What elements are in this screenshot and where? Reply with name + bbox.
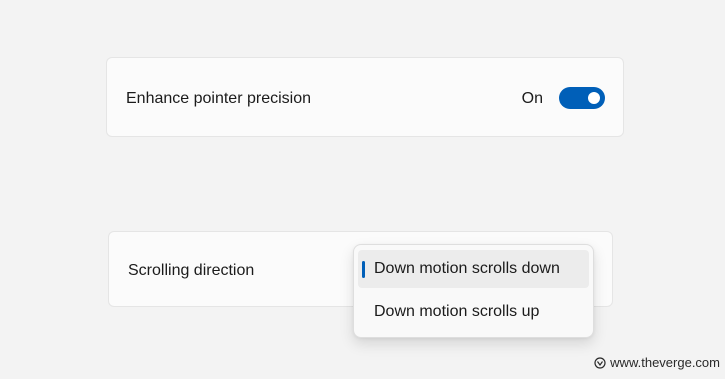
- toggle-state-text: On: [521, 90, 543, 107]
- pointer-precision-card: Enhance pointer precision On: [106, 57, 624, 137]
- watermark-text: www.theverge.com: [610, 355, 720, 370]
- option-scrolls-up[interactable]: Down motion scrolls up: [358, 293, 589, 331]
- verge-logo-icon: [594, 357, 606, 369]
- watermark: www.theverge.com: [594, 355, 720, 371]
- pointer-precision-toggle[interactable]: [559, 87, 605, 109]
- option-scrolls-down[interactable]: Down motion scrolls down: [358, 250, 589, 288]
- pointer-precision-label: Enhance pointer precision: [126, 90, 312, 107]
- toggle-knob: [588, 92, 600, 104]
- scrolling-direction-dropdown: Down motion scrolls down Down motion scr…: [353, 244, 594, 338]
- scrolling-direction-label: Scrolling direction: [128, 262, 255, 279]
- option-label: Down motion scrolls up: [374, 303, 540, 320]
- option-label: Down motion scrolls down: [374, 260, 560, 277]
- selected-indicator: [362, 261, 365, 278]
